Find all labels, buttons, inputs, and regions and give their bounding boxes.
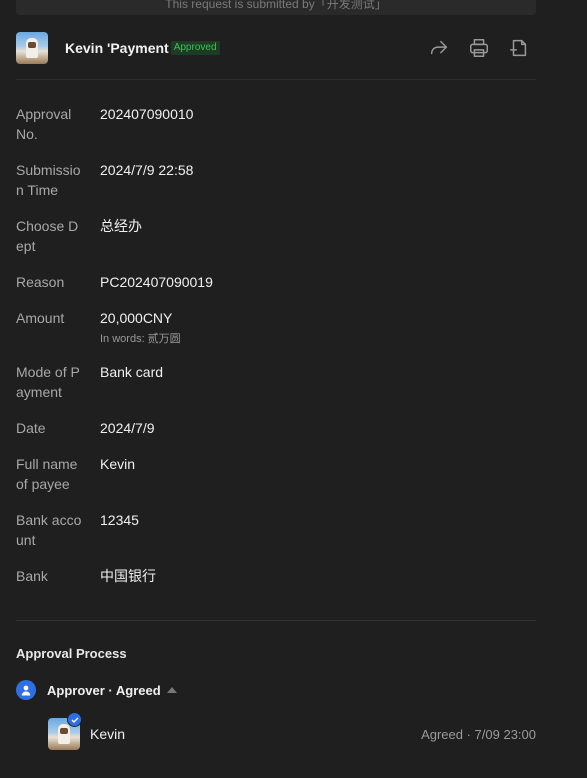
field-bank: Bank 中国银行 [16,566,536,586]
share-icon[interactable] [428,37,450,59]
field-submission-time: Submission Time 2024/7/9 22:58 [16,160,536,200]
field-value: 202407090010 [100,106,194,122]
field-date: Date 2024/7/9 [16,418,536,438]
field-label: Choose Dept [16,218,79,254]
field-label: Submission Time [16,162,81,198]
field-value: 12345 [100,512,139,528]
field-value: 2024/7/9 [100,420,155,436]
field-value: 20,000CNY [100,310,173,326]
form-fields: Approval No. 202407090010 Submission Tim… [16,104,536,602]
request-title: Kevin 'Payment [65,40,169,56]
check-icon [67,712,82,727]
approver-name: Kevin [90,726,126,742]
export-icon[interactable] [508,37,530,59]
field-label: Reason [16,274,65,290]
field-label: Approval No. [16,106,72,142]
user-icon [16,680,36,700]
field-label: Bank account [16,512,82,548]
field-value: 2024/7/9 22:58 [100,162,194,178]
print-icon[interactable] [468,37,490,59]
approver-step[interactable]: Approver · Agreed [16,680,177,700]
field-value: Kevin [100,456,136,472]
approver-status: Agreed · 7/09 23:00 [421,726,536,742]
amount-in-words: In words: 贰万圆 [100,333,181,345]
status-badge: Approved [170,41,220,55]
section-divider [16,620,536,621]
field-approval-no: Approval No. 202407090010 [16,104,536,144]
field-value: 总经办 [100,218,142,234]
field-choose-dept: Choose Dept 总经办 [16,216,536,256]
request-header: Kevin 'Payment Approved [16,32,536,64]
field-reason: Reason PC202407090019 [16,272,536,292]
field-label: Bank [16,568,48,584]
field-label: Mode of Payment [16,364,80,400]
avatar [16,32,48,64]
approver-step-label: Approver · Agreed [47,682,161,698]
field-value: 中国银行 [100,568,156,584]
field-payee-name: Full name of payee Kevin [16,454,536,494]
field-label: Amount [16,310,65,326]
submitted-by-banner: This request is submitted by「开发测试」 [16,0,536,15]
field-value: Bank card [100,364,164,380]
approval-process-title: Approval Process [16,646,127,661]
approver-entry: Kevin Agreed · 7/09 23:00 [48,712,536,750]
field-label: Date [16,420,46,436]
field-value: PC202407090019 [100,274,213,290]
field-mode-of-payment: Mode of Payment Bank card [16,362,536,402]
chevron-up-icon[interactable] [166,687,177,693]
field-amount: Amount 20,000CNY In words: 贰万圆 [16,308,536,346]
header-divider [16,79,536,80]
field-label: Full name of payee [16,456,78,492]
field-bank-account: Bank account 12345 [16,510,536,550]
